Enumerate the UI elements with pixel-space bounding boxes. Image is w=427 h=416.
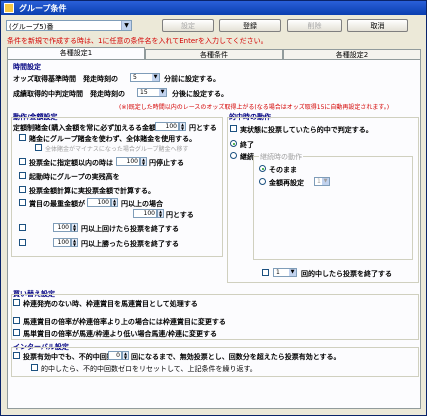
cancel-button[interactable]: 取消 (347, 19, 408, 32)
win-stop-spinner[interactable]: ▲ ▼ (71, 238, 78, 247)
stop-threshold-label: 投票金に指定額以内の時は (29, 159, 113, 167)
rounds-value: 1 (276, 269, 280, 276)
stop-threshold-checkbox[interactable] (19, 158, 26, 165)
interval-checkbox[interactable] (13, 352, 20, 359)
rounds-checkbox[interactable] (262, 269, 269, 276)
fixed-bet-unit: 円とする (189, 124, 217, 132)
loss-stop-input[interactable]: 100 (53, 223, 71, 232)
reset-select[interactable]: 1 ▼ (314, 177, 330, 186)
win-stop-checkbox[interactable] (19, 239, 26, 246)
reset-value: 1 (317, 178, 321, 185)
timing-heading: 時間設定 (13, 63, 41, 71)
fixed-bet-input[interactable]: 100 (155, 122, 179, 131)
interval-reset-label: 的中したら、不的中回数ゼロをリセットして、上記条件を繰り返す。 (41, 365, 257, 373)
chevron-down-icon[interactable]: ▼ (159, 89, 166, 96)
chevron-down-icon[interactable]: ▼ (152, 74, 159, 81)
min-amount-set-unit: 円とする (166, 211, 194, 219)
continue-radio[interactable] (230, 152, 237, 159)
min-amount-checkbox[interactable] (19, 199, 26, 206)
group-select-value: (グループ5)番 (9, 23, 54, 31)
reset-radio[interactable] (259, 178, 266, 185)
min-amount-spinner[interactable]: ▲ ▼ (111, 198, 118, 207)
buy-opt1-label: 枠連発売のない時、枠連賞目を馬連賞目として処理する (23, 300, 198, 308)
end-radio[interactable] (230, 140, 237, 147)
judge-hit-checkbox[interactable] (230, 125, 237, 132)
group-select[interactable]: (グループ5)番 ▼ (6, 20, 132, 31)
win-stop-label: 円以上勝ったら投票を終了する (81, 240, 179, 248)
fixed-bet-label: 定額制賭金(購入金額を常に必ず加えるる金額) (13, 124, 160, 132)
win-stop-input[interactable]: 100 (53, 238, 71, 247)
buy-opt3-label: 馬単賞目の倍率が馬連/枠連より低い場合馬連/枠連に変更する (23, 330, 217, 338)
stop-threshold-unit: 円停止する (149, 159, 184, 167)
rounds-select[interactable]: 1 ▼ (273, 268, 297, 277)
interval-spinner[interactable]: ▲ ▼ (122, 351, 129, 360)
title-bar: グループ条件 (1, 1, 426, 15)
keep-radio[interactable] (259, 165, 266, 172)
min-amount-set-spinner[interactable]: ▲ ▼ (157, 209, 164, 218)
buy-opt2-checkbox[interactable] (13, 317, 20, 324)
keep-label: そのまま (269, 166, 297, 174)
chevron-down-icon[interactable]: ▼ (322, 178, 329, 185)
result-minutes-value: 15 (140, 89, 148, 96)
fixed-bet-spinner[interactable]: ▲ ▼ (179, 122, 186, 131)
judge-hit-label: 実状態に投票していたら的中で判定する。 (240, 126, 373, 134)
setting-button[interactable]: 設定 (162, 19, 214, 32)
reset-label: 金額再設定 (269, 179, 304, 187)
register-button[interactable]: 登録 (219, 19, 281, 32)
stop-threshold-input[interactable]: 100 (116, 157, 140, 166)
startup-balance-label: 起動時にグループの実残高を (29, 173, 120, 181)
loss-stop-label: 円以上回けたら投票を終了する (81, 225, 179, 233)
notice-text: 条件を新規で作成する時は、1に任意の条件名を入れてEnterを入力してください。 (7, 37, 268, 45)
interval-label-b: 回になるまで、無効投票とし、回数分を超えたら投票有効とする。 (131, 353, 341, 361)
group-funds-checkbox[interactable] (19, 134, 26, 141)
loss-stop-spinner[interactable]: ▲ ▼ (71, 223, 78, 232)
group-condition-window: グループ条件 (グループ5)番 ▼ 設定 登録 削除 取消 条件を新規で作成する… (0, 0, 427, 416)
continue-label: 継続 (240, 153, 254, 161)
startup-balance-checkbox[interactable] (19, 172, 26, 179)
odds-minutes-select[interactable]: 5 ▼ (130, 73, 160, 82)
min-amount-input[interactable]: 100 (87, 198, 111, 207)
odds-minutes-value: 5 (133, 74, 137, 81)
loss-stop-checkbox[interactable] (19, 224, 26, 231)
interval-label-a: 投票有効中でも、不的中回数 (23, 353, 114, 361)
result-label: 成績取得的中判定時間 発走時刻の (13, 90, 125, 98)
interval-input[interactable]: 0 (108, 351, 122, 360)
window-title: グループ条件 (19, 4, 67, 13)
group-funds-sub-label: 全体賭金がマイナスになった場合グループ賭金へ移す (45, 146, 189, 153)
tab-conditions[interactable]: 各種条件 (145, 49, 283, 59)
interval-reset-checkbox[interactable] (31, 364, 38, 371)
buy-opt2-label: 馬連賞目の倍率が枠連倍率より上の場合には枠連賞目に変更する (23, 318, 226, 326)
min-amount-label: 賞目の最重金額が (29, 200, 85, 208)
group-funds-sub-checkbox[interactable] (35, 144, 42, 151)
tab-settings-2[interactable]: 各種設定2 (283, 49, 421, 59)
tab-settings-1[interactable]: 各種設定1 (7, 47, 145, 59)
min-amount-unit: 円以上の場合 (121, 200, 163, 208)
end-label: 終了 (240, 141, 254, 149)
group-funds-label: 賭金にグループ賭金を使わず、全体賭金を使用する。 (29, 135, 197, 143)
app-icon (4, 3, 14, 13)
timing-warning: (※)既定した時間以内のレースのオッズ取得上がる(なる場合はオッズ取得15に自動… (119, 104, 390, 111)
stop-threshold-spinner[interactable]: ▲ ▼ (140, 157, 147, 166)
rounds-label: 回的中したら投票を終了する (301, 270, 392, 278)
result-unit: 分後に設定する。 (172, 90, 228, 98)
continue-group-title: 継続時の動作 (259, 152, 303, 162)
min-amount-set-input[interactable]: 100 (133, 209, 157, 218)
odds-unit: 分前に設定する。 (164, 75, 220, 83)
actual-amount-label: 投票金額計算に実投票金額で計算する。 (29, 187, 155, 195)
result-minutes-select[interactable]: 15 ▼ (137, 88, 167, 97)
chevron-down-icon[interactable]: ▼ (121, 21, 131, 30)
actual-amount-checkbox[interactable] (19, 186, 26, 193)
odds-label: オッズ取得基準時間 発走時刻の (13, 75, 118, 83)
delete-button[interactable]: 削除 (287, 19, 342, 32)
buy-opt1-checkbox[interactable] (13, 299, 20, 306)
buy-opt3-checkbox[interactable] (13, 329, 20, 336)
chevron-down-icon[interactable]: ▼ (289, 269, 296, 276)
